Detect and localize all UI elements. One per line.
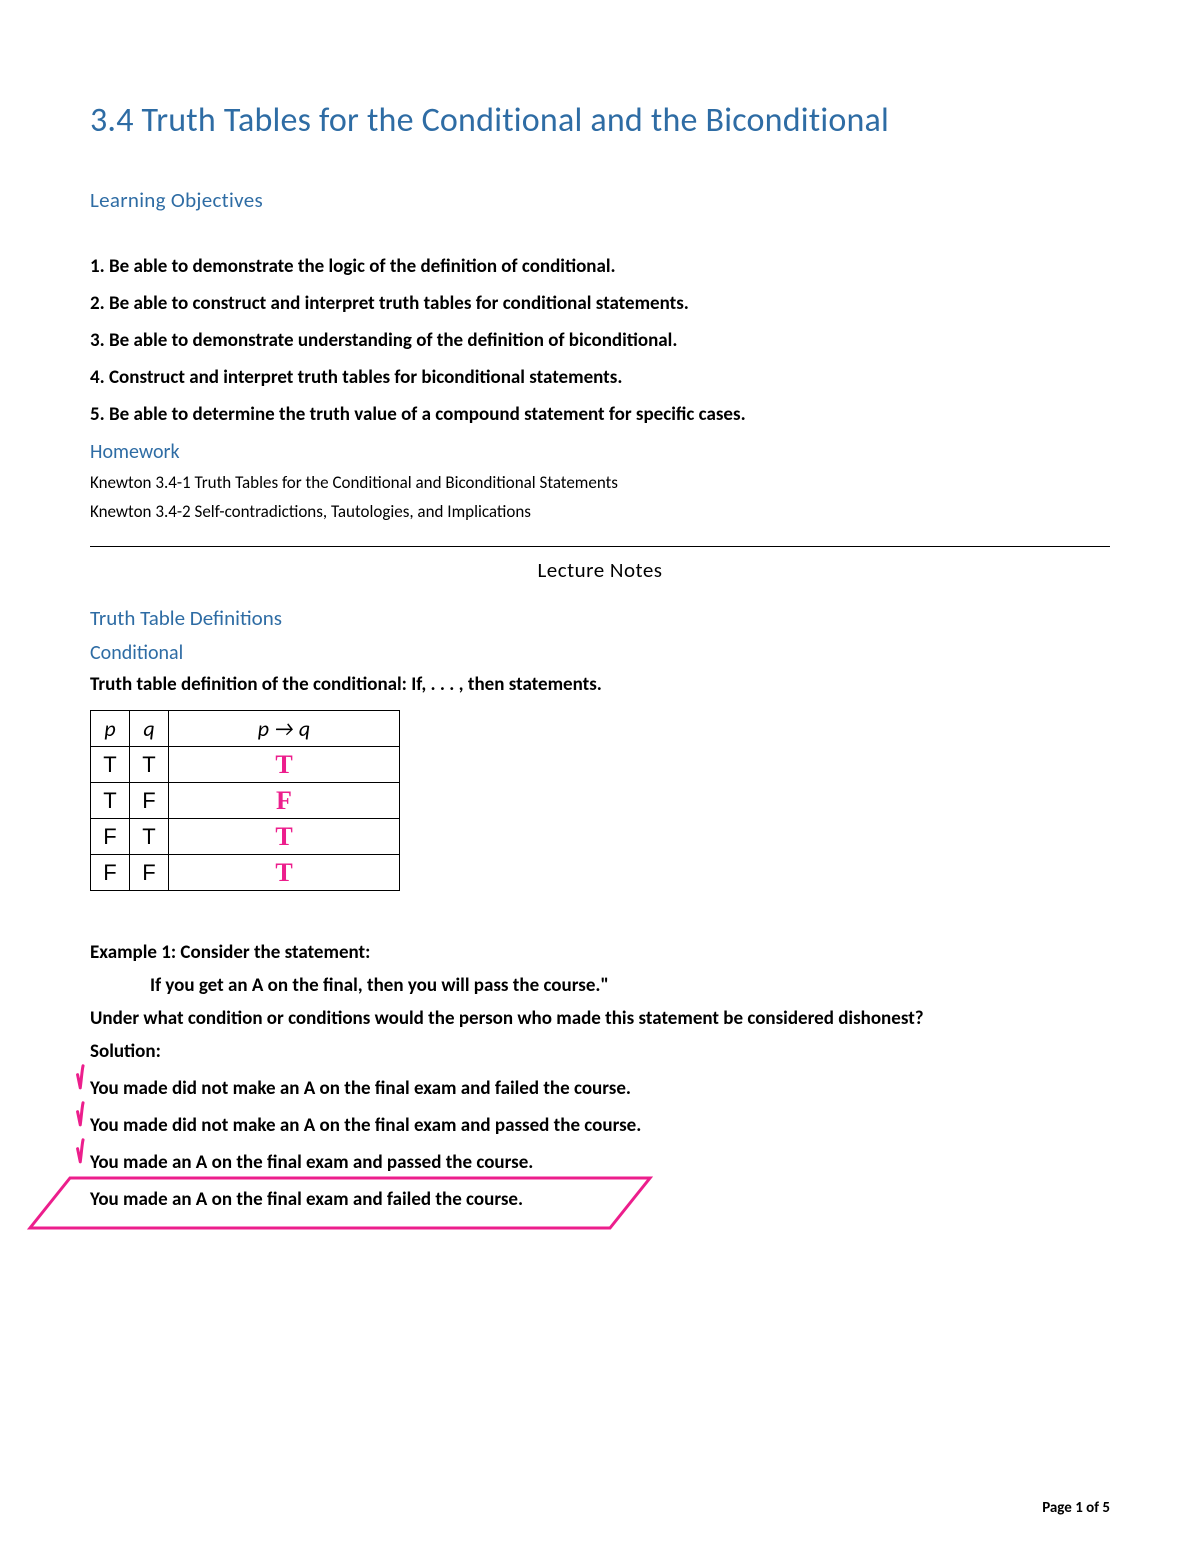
- header-q: q: [130, 711, 169, 747]
- section-title: 3.4 Truth Tables for the Conditional and…: [90, 100, 1110, 141]
- checkmark-icon: [74, 1100, 98, 1130]
- truth-table-row: T F F: [91, 783, 400, 819]
- truth-table-row: F T T: [91, 819, 400, 855]
- cell-p: T: [91, 783, 130, 819]
- solution-option-text: You made did not make an A on the final …: [90, 1077, 631, 1100]
- header-result: p → q: [169, 711, 400, 747]
- solution-boxed-text: You made an A on the final exam and fail…: [90, 1188, 523, 1211]
- cell-q: F: [130, 855, 169, 891]
- cell-q: F: [130, 783, 169, 819]
- truth-table-row: F F T: [91, 855, 400, 891]
- header-result-text: p → q: [258, 715, 311, 742]
- truth-table: p q p → q T T T T F F F T T F F T: [90, 710, 400, 891]
- handwritten-annotation: T: [275, 858, 292, 887]
- objective-item: 1. Be able to demonstrate the logic of t…: [90, 255, 1110, 278]
- lecture-notes-heading: Lecture Notes: [90, 557, 1110, 583]
- solution-boxed-option: You made an A on the final exam and fail…: [90, 1188, 1110, 1211]
- cell-q: T: [130, 747, 169, 783]
- handwritten-annotation: T: [275, 822, 292, 851]
- example-statement: If you get an A on the final, then you w…: [150, 974, 1110, 997]
- example-intro: Example 1: Consider the statement:: [90, 941, 1110, 964]
- objective-item: 3. Be able to demonstrate understanding …: [90, 329, 1110, 352]
- homework-item: Knewton 3.4-2 Self-contradictions, Tauto…: [90, 501, 1110, 522]
- solution-option: You made an A on the final exam and pass…: [90, 1151, 1110, 1174]
- page-footer: Page 1 of 5: [1042, 1499, 1110, 1517]
- solution-option-text: You made an A on the final exam and pass…: [90, 1151, 533, 1174]
- example-intro-text: Consider the statement:: [176, 941, 370, 964]
- cell-p: T: [91, 747, 130, 783]
- solution-option: You made did not make an A on the final …: [90, 1077, 1110, 1100]
- objective-item: 5. Be able to determine the truth value …: [90, 403, 1110, 426]
- horizontal-rule: [90, 546, 1110, 547]
- cell-p: F: [91, 855, 130, 891]
- objective-item: 2. Be able to construct and interpret tr…: [90, 292, 1110, 315]
- solution-option: You made did not make an A on the final …: [90, 1114, 1110, 1137]
- cell-result: T: [169, 855, 400, 891]
- truth-table-definitions-heading: Truth Table Definitions: [90, 605, 1110, 631]
- homework-item: Knewton 3.4-1 Truth Tables for the Condi…: [90, 472, 1110, 493]
- checkmark-icon: [74, 1063, 98, 1093]
- handwritten-annotation: F: [276, 786, 292, 815]
- solution-option-text: You made did not make an A on the final …: [90, 1114, 641, 1137]
- homework-heading: Homework: [90, 440, 1110, 464]
- conditional-definition: Truth table definition of the conditiona…: [90, 673, 1110, 696]
- solution-label: Solution:: [90, 1040, 1110, 1063]
- cell-p: F: [91, 819, 130, 855]
- checkmark-icon: [74, 1137, 98, 1167]
- header-p: p: [91, 711, 130, 747]
- conditional-heading: Conditional: [90, 641, 1110, 665]
- handwritten-annotation: T: [275, 750, 292, 779]
- truth-table-header-row: p q p → q: [91, 711, 400, 747]
- learning-objectives-heading: Learning Objectives: [90, 187, 1110, 213]
- cell-result: T: [169, 819, 400, 855]
- cell-result: T: [169, 747, 400, 783]
- document-page: 3.4 Truth Tables for the Conditional and…: [0, 0, 1200, 1553]
- truth-table-row: T T T: [91, 747, 400, 783]
- example-question: Under what condition or conditions would…: [90, 1007, 1110, 1030]
- example-label: Example 1:: [90, 941, 176, 964]
- solution-options: You made did not make an A on the final …: [90, 1077, 1110, 1211]
- objective-item: 4. Construct and interpret truth tables …: [90, 366, 1110, 389]
- cell-result: F: [169, 783, 400, 819]
- cell-q: T: [130, 819, 169, 855]
